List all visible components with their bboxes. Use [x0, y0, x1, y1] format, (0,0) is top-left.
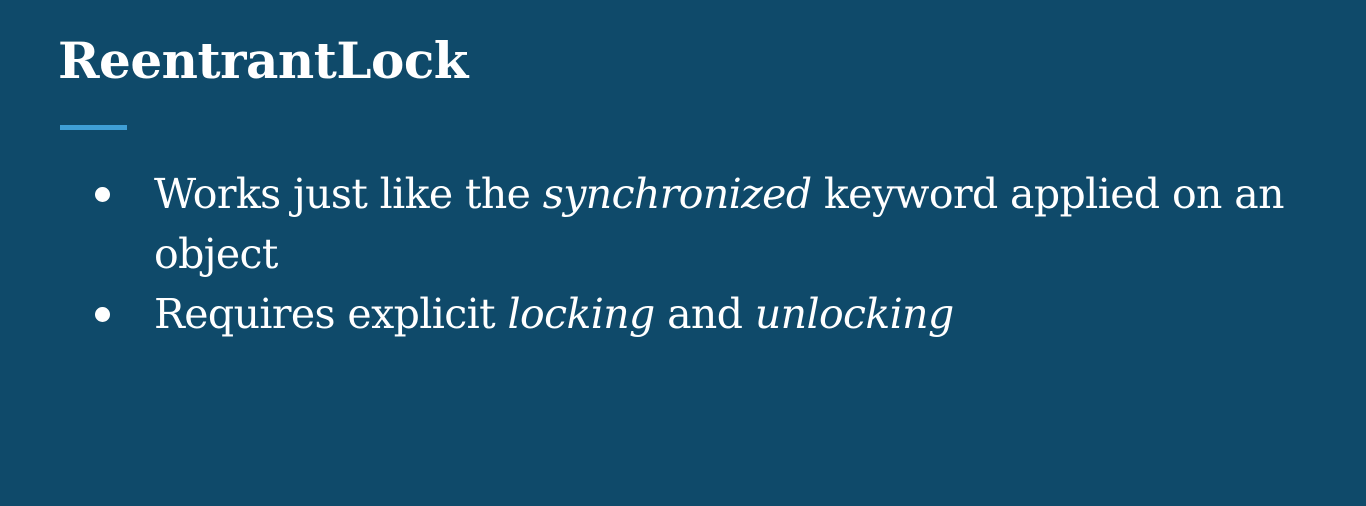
slide-title: ReentrantLock [58, 31, 468, 90]
bullet-text: and [654, 290, 755, 338]
bullet-item-locking: Requires explicit locking and unlocking [90, 284, 1350, 344]
bullet-item-synchronized: Works just like the synchronized keyword… [90, 164, 1350, 284]
bullet-emphasis: synchronized [542, 170, 812, 218]
title-accent-rule [60, 125, 127, 130]
bullet-dot-icon [95, 307, 110, 322]
bullet-emphasis: locking [507, 290, 655, 338]
bullet-dot-icon [95, 187, 110, 202]
bullet-text: Works just like the [154, 170, 543, 218]
bullet-emphasis: unlocking [754, 290, 954, 338]
slide: ReentrantLock Works just like the synchr… [0, 0, 1366, 506]
bullet-text: Requires explicit [154, 290, 508, 338]
bullet-list: Works just like the synchronized keyword… [90, 164, 1350, 344]
